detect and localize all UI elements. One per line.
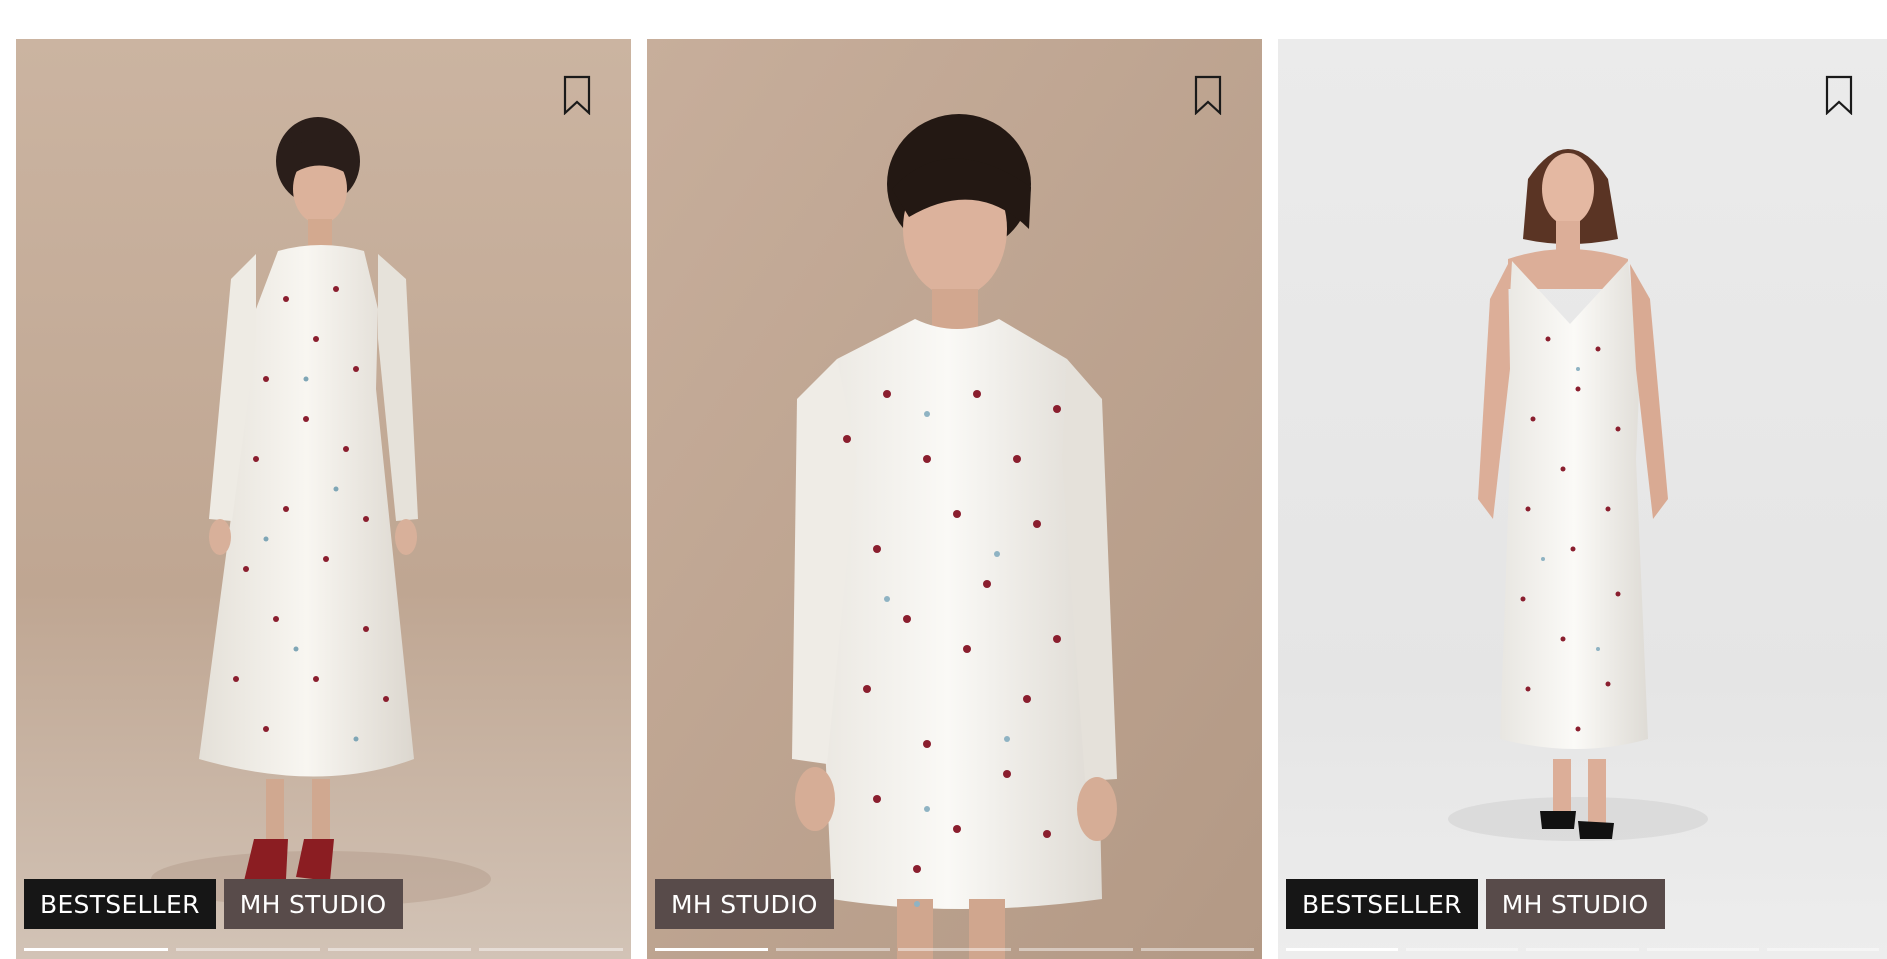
brand-badge: MH STUDIO [223,879,403,929]
product-grid: BESTSELLER MH STUDIO MH STUDIO BESTSELLE… [0,0,1887,959]
product-card[interactable]: BESTSELLER MH STUDIO [16,39,631,959]
carousel-dot[interactable] [1140,948,1255,951]
bestseller-badge: BESTSELLER [1286,879,1478,929]
badge-group: BESTSELLER MH STUDIO [24,879,403,929]
carousel-dot[interactable] [1766,948,1880,951]
image-carousel-indicator [24,948,623,951]
product-photo[interactable] [647,39,1262,959]
brand-badge: MH STUDIO [655,879,834,929]
product-card[interactable]: MH STUDIO [647,39,1262,959]
brand-badge: MH STUDIO [1485,879,1665,929]
bookmark-button[interactable] [561,73,593,117]
carousel-dot[interactable] [1646,948,1759,951]
bookmark-button[interactable] [1192,73,1224,117]
badge-group: MH STUDIO [655,879,834,929]
bookmark-button[interactable] [1823,73,1855,117]
carousel-dot[interactable] [327,948,472,951]
carousel-dot[interactable] [776,948,890,951]
carousel-dot[interactable] [1406,948,1519,951]
bookmark-outline-icon [563,75,591,115]
carousel-dot[interactable] [1526,948,1639,951]
carousel-dot[interactable] [1286,948,1399,951]
product-card[interactable]: BESTSELLER MH STUDIO [1278,39,1887,959]
carousel-dot[interactable] [24,948,168,951]
image-carousel-indicator [655,948,1255,951]
bookmark-outline-icon [1825,75,1853,115]
product-photo[interactable] [16,39,631,959]
image-carousel-indicator [1286,948,1880,951]
carousel-dot[interactable] [175,948,320,951]
badge-group: BESTSELLER MH STUDIO [1286,879,1665,929]
bookmark-outline-icon [1194,75,1222,115]
carousel-dot[interactable] [897,948,1012,951]
carousel-dot[interactable] [479,948,623,951]
bestseller-badge: BESTSELLER [24,879,216,929]
carousel-dot[interactable] [1019,948,1133,951]
product-photo[interactable] [1278,39,1887,959]
carousel-dot[interactable] [655,948,769,951]
